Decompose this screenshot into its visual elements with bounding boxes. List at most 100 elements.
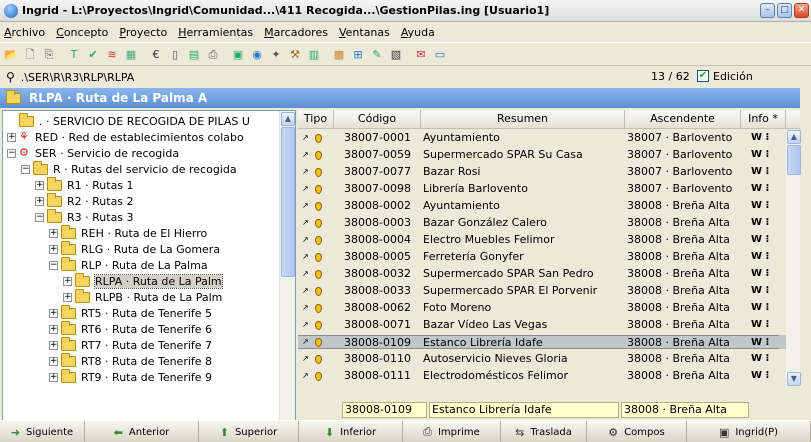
menu-proyecto[interactable]: Proyecto [119, 26, 167, 39]
table-row[interactable]: ↗ 38008-0033 Supermercado SPAR El Porvenir… [298, 284, 788, 298]
table-icon[interactable]: ▤ [186, 46, 202, 62]
table-row[interactable]: ↗ 38008-0111 Electrodomésticos Felimor 3800… [298, 369, 788, 383]
open-folder-icon[interactable]: 📂 [3, 46, 19, 62]
network-icon[interactable]: ⊞ [350, 46, 366, 62]
inferior-button[interactable]: ⬇ Inferior [299, 421, 403, 442]
decomposition-grid[interactable]: ↗ 38007-0001 Ayuntamiento 38007 · Barlovent… [298, 130, 800, 420]
edit-resumen-field[interactable]: Estanco Librería Idafe [429, 402, 619, 418]
info-icon[interactable]: W ⁝ [741, 318, 779, 332]
tree-item[interactable]: + RT8 · Ruta de Tenerife 8 [49, 352, 295, 369]
table-row[interactable]: ↗ 38008-0062 Foto Moreno 38008 · Breña Alta… [298, 301, 788, 315]
euro-icon[interactable]: € [148, 46, 164, 62]
mail-icon[interactable]: ✉ [413, 46, 429, 62]
table-row[interactable]: ↗ 38008-0002 Ayuntamiento 38008 · Breña Alt… [298, 199, 788, 213]
info-icon[interactable]: W ⁝ [741, 250, 779, 264]
tree-item[interactable]: + ⚘ RED · Red de establecimientos colabo [7, 129, 287, 145]
tree-expander[interactable]: + [35, 196, 44, 206]
table-row[interactable]: ↗ 38007-0001 Ayuntamiento 38007 · Barlovent… [298, 131, 788, 145]
edit-codigo-field[interactable]: 38008-0109 [342, 402, 427, 418]
globe-icon[interactable]: ◉ [249, 46, 265, 62]
tree-item[interactable]: + R2 · Rutas 2 [35, 192, 295, 209]
tree-expander[interactable]: + [63, 292, 72, 302]
tree-item[interactable]: − R · Rutas del servicio de recogida [21, 160, 295, 177]
info-icon[interactable]: W ⁝ [741, 199, 779, 213]
minimize-button[interactable]: – [760, 3, 775, 18]
info-icon[interactable]: W ⁝ [741, 335, 779, 349]
table-row[interactable]: ↗ 38007-0059 Supermercado SPAR Su Casa 3800… [298, 148, 788, 162]
info-icon[interactable]: W ⁝ [741, 131, 779, 145]
info-icon[interactable]: W ⁝ [741, 369, 779, 383]
tree-expander[interactable]: + [49, 324, 58, 334]
tree-scrollbar[interactable]: ▲ ▼ [279, 111, 295, 439]
info-icon[interactable]: W ⁝ [741, 165, 779, 179]
grid-scroll-up-button[interactable]: ▲ [787, 130, 801, 144]
tree-expander[interactable]: + [35, 180, 44, 190]
scroll-thumb[interactable] [281, 127, 295, 277]
info-icon[interactable]: W ⁝ [741, 233, 779, 247]
tree-expander[interactable]: + [7, 132, 16, 142]
tree-expander[interactable]: + [49, 340, 58, 350]
concept-tree[interactable]: + RT9 · Ruta de Tenerife 9 + RT8 · Ruta de … [2, 110, 296, 440]
rainbow-icon[interactable]: ≋ [104, 46, 120, 62]
tools-icon[interactable]: ⚒ [287, 46, 303, 62]
grid-scroll-down-button[interactable]: ▼ [787, 372, 801, 386]
edit-ascendente-field[interactable]: 38008 · Breña Alta [621, 402, 749, 418]
tree-expander[interactable]: + [49, 244, 58, 254]
grid-scrollbar[interactable]: ▲ ▼ [786, 130, 801, 386]
traslada-button[interactable]: ⇆ Traslada [501, 421, 587, 442]
chart-icon[interactable]: ▩ [331, 46, 347, 62]
info-icon[interactable]: W ⁝ [741, 148, 779, 162]
tree-expander[interactable]: + [49, 372, 58, 382]
info-icon[interactable]: W ⁝ [741, 216, 779, 230]
text-icon[interactable]: T [66, 46, 82, 62]
tree-expander[interactable]: + [49, 308, 58, 318]
column-header-3[interactable]: Ascendente [625, 110, 741, 128]
info-icon[interactable]: W ⁝ [741, 301, 779, 315]
info-icon[interactable]: W ⁝ [741, 267, 779, 281]
info-icon[interactable]: W ⁝ [741, 284, 779, 298]
table-row[interactable]: ↗ 38008-0005 Ferretería Gonyfer 38008 · Bre… [298, 250, 788, 264]
tree-item[interactable]: + RT6 · Ruta de Tenerife 6 [49, 320, 295, 337]
page-icon[interactable]: ▯ [167, 46, 183, 62]
save-icon[interactable]: ▣ [230, 46, 246, 62]
close-button[interactable]: ✕ [794, 3, 809, 18]
info-icon[interactable]: W ⁝ [741, 352, 779, 366]
ingridp-button[interactable]: ▣ Ingrid(P) [687, 421, 811, 442]
print-icon[interactable]: ⎙ [205, 46, 221, 62]
menu-herramientas[interactable]: Herramientas [178, 26, 253, 39]
table-row[interactable]: ↗ 38008-0109 Estanco Librería Idafe 38008 ·… [298, 335, 788, 349]
tree-item[interactable]: + RLPA · Ruta de La Palm [63, 272, 295, 289]
menu-ventanas[interactable]: Ventanas [339, 26, 390, 39]
info-icon[interactable]: W ⁝ [741, 182, 779, 196]
anterior-button[interactable]: ⬅ Anterior [85, 421, 199, 442]
tree-expander[interactable]: − [35, 212, 44, 222]
copy-icon[interactable]: ⎘ [41, 46, 57, 62]
validate-icon[interactable]: ✔ [85, 46, 101, 62]
menu-ayuda[interactable]: Ayuda [401, 26, 435, 39]
tree-expander[interactable]: − [49, 260, 58, 270]
tree-expander[interactable]: + [49, 228, 58, 238]
tree-item[interactable]: + RLPB · Ruta de La Palm [63, 288, 295, 305]
calculator-icon[interactable]: ▦ [123, 46, 139, 62]
table-row[interactable]: ↗ 38008-0032 Supermercado SPAR San Pedro 38… [298, 267, 788, 281]
edit-checkbox[interactable]: ✔ [697, 70, 709, 82]
compos-button[interactable]: ⚙ Compos [587, 421, 687, 442]
table-row[interactable]: ↗ 38008-0004 Electro Muebles Felimor 38008 … [298, 233, 788, 247]
imprime-button[interactable]: ⎙ Imprime [403, 421, 501, 442]
menu-archivo[interactable]: Archivo [4, 26, 45, 39]
tree-item[interactable]: . · SERVICIO DE RECOGIDA DE PILAS U [7, 112, 287, 129]
superior-button[interactable]: ⬆ Superior [199, 421, 299, 442]
tree-item[interactable]: − ⚙ SER · Servicio de recogida [7, 145, 287, 161]
table-row[interactable]: ↗ 38008-0071 Bazar Vídeo Las Vegas 38008 · … [298, 318, 788, 332]
tree-expander[interactable]: + [63, 276, 72, 286]
tree-item[interactable]: + REH · Ruta de El Hierro [49, 224, 295, 241]
tree-expander[interactable]: − [21, 164, 30, 174]
window-icon[interactable]: ▭ [432, 46, 448, 62]
column-header-1[interactable]: Código [334, 110, 421, 128]
tree-item[interactable]: − RLP · Ruta de La Palma [49, 256, 295, 273]
tree-item[interactable]: + R1 · Rutas 1 [35, 176, 295, 193]
new-document-icon[interactable]: 🗋 [22, 46, 38, 62]
table-row[interactable]: ↗ 38007-0098 Librería Barlovento 38007 · Ba… [298, 182, 788, 196]
tree-expander[interactable]: + [49, 356, 58, 366]
tree-expander[interactable]: − [7, 148, 16, 158]
